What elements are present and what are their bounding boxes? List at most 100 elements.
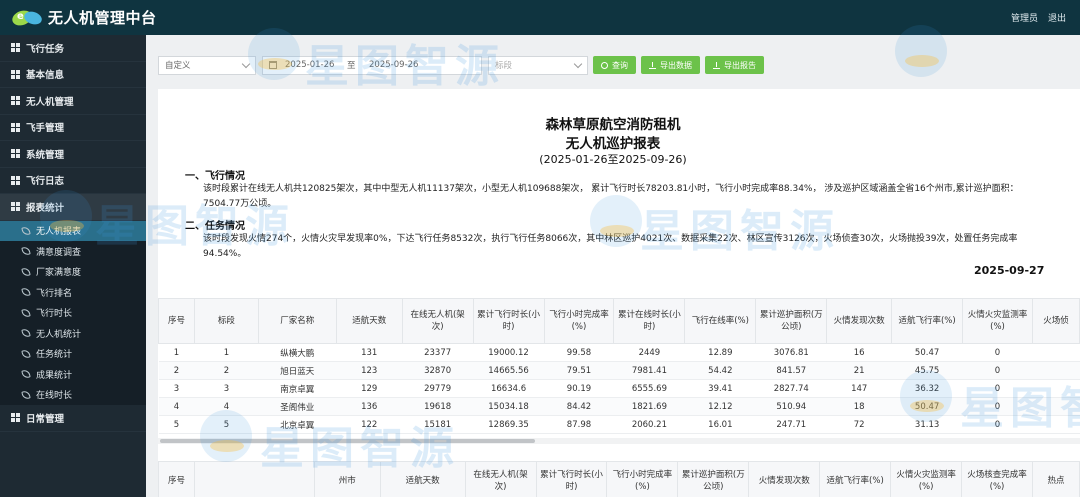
table-header-row: 序号 标段 厂家名称 适航天数 在线无人机(架次) 累计飞行时长(小时) 飞行小… bbox=[158, 298, 1080, 344]
table-cell: 15181 bbox=[402, 415, 474, 434]
sidebar-subitem-vendor-satisfaction[interactable]: 厂家满意度 bbox=[0, 261, 146, 282]
sidebar-subitem-result-stats[interactable]: 成果统计 bbox=[0, 364, 146, 385]
table-cell: 旭日蓝天 bbox=[258, 361, 337, 380]
sidebar-item-system-management[interactable]: 系统管理 bbox=[0, 141, 146, 168]
table-cell: 50.47 bbox=[891, 343, 963, 362]
table-row: 4 4 圣阁伟业 136 19618 15034.18 84.42 1821.69 12.12 5… bbox=[158, 397, 1080, 416]
export-data-button[interactable]: 导出数据 bbox=[641, 56, 700, 74]
table-cell: 14665.56 bbox=[473, 361, 545, 380]
table-cell: 122 bbox=[336, 415, 403, 434]
table-cell: 45.75 bbox=[891, 361, 963, 380]
sidebar-item-flight-tasks[interactable]: 飞行任务 bbox=[0, 35, 146, 62]
leaf-icon bbox=[21, 369, 31, 379]
table-cell: 3 bbox=[194, 379, 259, 398]
column-header: 累计在线时长(小时) bbox=[613, 298, 686, 344]
logout-link[interactable]: 退出 bbox=[1048, 11, 1066, 24]
column-header: 火场侦 bbox=[1031, 298, 1080, 344]
grid-icon bbox=[11, 149, 20, 159]
column-header: 适航天数 bbox=[335, 298, 403, 344]
sidebar-item-flight-log[interactable]: 飞行日志 bbox=[0, 168, 146, 194]
table-cell: 4 bbox=[158, 397, 195, 416]
column-header: 累计巡护面积(万公顷) bbox=[677, 461, 750, 497]
table-cell: 19618 bbox=[402, 397, 474, 416]
table-cell: 131 bbox=[336, 343, 403, 362]
table-cell: 19000.12 bbox=[473, 343, 545, 362]
sidebar-item-drone-management[interactable]: 无人机管理 bbox=[0, 88, 146, 115]
grid-icon bbox=[11, 413, 20, 423]
table-cell: 247.71 bbox=[755, 415, 827, 434]
sidebar-subitem-satisfaction-survey[interactable]: 满意度调查 bbox=[0, 241, 146, 262]
column-header: 序号 bbox=[158, 461, 195, 497]
column-header: 州市 bbox=[313, 461, 381, 497]
mode-select[interactable]: 自定义 bbox=[158, 55, 256, 75]
column-header: 累计飞行时长(小时) bbox=[535, 461, 608, 497]
table-cell: 90.19 bbox=[544, 379, 614, 398]
table-cell: 16.01 bbox=[684, 415, 756, 434]
column-header: 序号 bbox=[158, 298, 195, 344]
table-cell: 12.89 bbox=[684, 343, 756, 362]
report-panel: 森林草原航空消防租机 无人机巡护报表 (2025-01-26至2025-09-2… bbox=[158, 89, 1080, 497]
vendor-stats-table: 序号 标段 厂家名称 适航天数 在线无人机(架次) 累计飞行时长(小时) 飞行小… bbox=[158, 298, 1080, 434]
grid-icon bbox=[11, 96, 20, 106]
leaf-icon bbox=[21, 246, 31, 256]
download-icon bbox=[713, 61, 720, 69]
sidebar-subitem-online-duration[interactable]: 在线时长 bbox=[0, 384, 146, 405]
table-cell: 0 bbox=[962, 361, 1033, 380]
table-row: 3 3 南京卓翼 129 29779 16634.6 90.19 6555.69 39.41 28… bbox=[158, 379, 1080, 398]
table-cell: 54.42 bbox=[684, 361, 756, 380]
date-end[interactable]: 2025-09-26 bbox=[369, 60, 418, 70]
sidebar-subitem-drone-report[interactable]: 无人机报表 bbox=[0, 220, 146, 241]
table-header-row: 序号 州市 适航天数 在线无人机(架次) 累计飞行时长(小时) 飞行小时完成率(… bbox=[158, 461, 1080, 497]
column-header bbox=[193, 461, 315, 497]
horizontal-scrollbar[interactable] bbox=[158, 438, 1080, 444]
table-cell: 1 bbox=[158, 343, 195, 362]
filter-bar: 自定义 2025-01-26 至 2025-09-26 标段 查询 导出数据 导… bbox=[158, 55, 764, 75]
query-button[interactable]: 查询 bbox=[593, 56, 636, 74]
date-start[interactable]: 2025-01-26 bbox=[285, 60, 347, 70]
table-cell: 99.58 bbox=[544, 343, 614, 362]
sidebar-subitem-drone-stats[interactable]: 无人机统计 bbox=[0, 323, 146, 344]
table-cell: 16 bbox=[826, 343, 892, 362]
table-cell: 39.41 bbox=[684, 379, 756, 398]
sidebar-subitem-task-stats[interactable]: 任务统计 bbox=[0, 343, 146, 364]
sidebar-subitem-flight-ranking[interactable]: 飞行排名 bbox=[0, 282, 146, 303]
table-cell: 129 bbox=[336, 379, 403, 398]
table-cell: 29779 bbox=[402, 379, 474, 398]
grid-icon bbox=[11, 175, 20, 185]
table-cell: 0 bbox=[962, 415, 1033, 434]
table-cell: 21 bbox=[826, 361, 892, 380]
table-cell: 5 bbox=[194, 415, 259, 434]
table-cell: 2 bbox=[158, 361, 195, 380]
table-cell bbox=[1032, 415, 1080, 434]
user-menu[interactable]: 管理员 bbox=[1011, 11, 1038, 24]
grid-icon bbox=[11, 202, 20, 212]
table-cell: 510.94 bbox=[755, 397, 827, 416]
sidebar-item-basic-info[interactable]: 基本信息 bbox=[0, 62, 146, 88]
sidebar-item-reports[interactable]: 报表统计 bbox=[0, 194, 146, 221]
table-row: 2 2 旭日蓝天 123 32870 14665.56 79.51 7981.41 54.42 8… bbox=[158, 361, 1080, 380]
sidebar-item-daily-management[interactable]: 日常管理 bbox=[0, 405, 146, 432]
section-select[interactable]: 标段 bbox=[488, 55, 588, 75]
sidebar-item-pilot-management[interactable]: 飞手管理 bbox=[0, 115, 146, 141]
column-header: 在线无人机(架次) bbox=[401, 298, 474, 344]
leaf-icon bbox=[21, 287, 31, 297]
search-icon bbox=[601, 61, 608, 69]
leaf-icon bbox=[21, 328, 31, 338]
sidebar-subitem-flight-duration[interactable]: 飞行时长 bbox=[0, 302, 146, 323]
date-separator: 至 bbox=[347, 61, 356, 71]
section-text-tasks: 该时段发现火情274个，火情火灾早发现率0%，下达飞行任务8532次，执行飞行任… bbox=[203, 234, 1018, 259]
table-cell: 36.32 bbox=[891, 379, 963, 398]
table-row: 5 5 北京卓翼 122 15181 12869.35 87.98 2060.21 16.01 2… bbox=[158, 415, 1080, 434]
table-cell: 4 bbox=[194, 397, 259, 416]
table-cell: 0 bbox=[962, 343, 1033, 362]
column-header: 适航天数 bbox=[379, 461, 466, 497]
sidebar: 飞行任务 基本信息 无人机管理 飞手管理 系统管理 飞行日志 报表统计 无人机报… bbox=[0, 35, 146, 497]
scrollbar-thumb[interactable] bbox=[160, 439, 535, 443]
city-stats-table: 序号 州市 适航天数 在线无人机(架次) 累计飞行时长(小时) 飞行小时完成率(… bbox=[158, 461, 1080, 497]
date-range-picker[interactable]: 2025-01-26 至 2025-09-26 bbox=[262, 55, 482, 75]
leaf-icon bbox=[21, 267, 31, 277]
export-report-button[interactable]: 导出报告 bbox=[705, 56, 764, 74]
calendar-icon bbox=[269, 61, 277, 69]
column-header: 厂家名称 bbox=[257, 298, 337, 344]
section-text-flight: 该时段累计在线无人机共120825架次，其中中型无人机11137架次，小型无人机… bbox=[203, 184, 1019, 209]
